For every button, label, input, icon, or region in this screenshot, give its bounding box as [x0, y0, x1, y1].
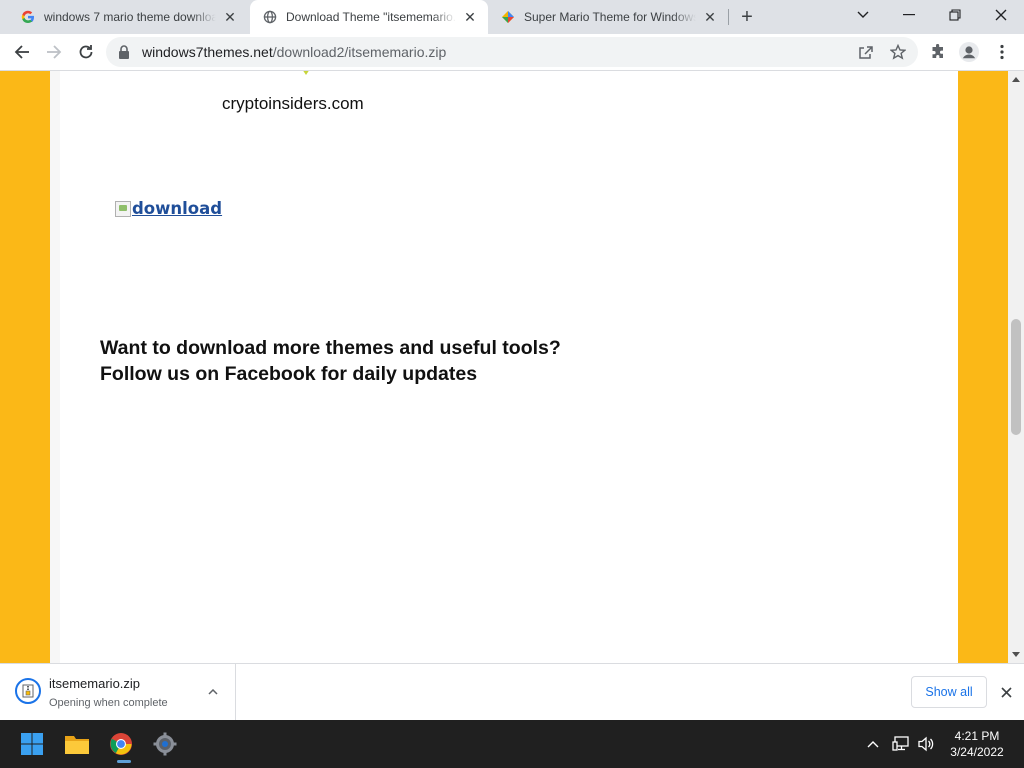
promo-line-2: Follow us on Facebook for daily updates: [100, 363, 478, 385]
lock-icon[interactable]: [106, 45, 142, 59]
tab-search-chevron-icon[interactable]: [840, 0, 886, 30]
tab-super-mario-theme[interactable]: Super Mario Theme for Windows 7 ✕: [488, 0, 728, 34]
tab-divider: [728, 9, 729, 25]
active-app-indicator: [117, 760, 131, 763]
back-arrow-icon[interactable]: [8, 38, 36, 66]
close-tab-icon[interactable]: ✕: [702, 9, 718, 25]
promo-line-1: Want to download more themes and useful …: [100, 337, 561, 359]
menu-kebab-icon[interactable]: [988, 38, 1016, 66]
sponsor-text[interactable]: cryptoinsiders.com: [222, 94, 364, 114]
url-path: /download2/itsememario.zip: [272, 44, 447, 60]
extensions-puzzle-icon[interactable]: [924, 38, 952, 66]
url-host: windows7themes.net: [142, 44, 273, 60]
show-all-button[interactable]: Show all: [911, 676, 987, 708]
download-item[interactable]: itsememario.zip Opening when complete: [0, 664, 236, 720]
tab-title: Download Theme "itsememario.zip": [286, 10, 456, 24]
file-explorer-icon[interactable]: [59, 726, 95, 762]
download-status: Opening when complete: [49, 697, 168, 709]
tab-strip: windows 7 mario theme download ✕ Downloa…: [0, 0, 1024, 34]
taskbar-clock[interactable]: 4:21 PM 3/24/2022: [936, 728, 1018, 760]
download-shelf: itsememario.zip Opening when complete Sh…: [0, 663, 1024, 720]
scroll-down-arrow-icon[interactable]: [1012, 652, 1020, 657]
profile-avatar-icon[interactable]: [955, 38, 983, 66]
download-link[interactable]: download: [115, 199, 222, 218]
promo-text: Want to download more themes and useful …: [100, 335, 561, 387]
restore-button[interactable]: [932, 0, 978, 30]
bookmark-star-icon[interactable]: [884, 38, 912, 66]
site-diamond-icon: [500, 9, 516, 25]
globe-icon: [262, 9, 278, 25]
chevron-up-icon[interactable]: [205, 684, 221, 700]
close-tab-icon[interactable]: ✕: [462, 9, 478, 25]
start-windows-icon[interactable]: [14, 726, 50, 762]
reload-icon[interactable]: [72, 38, 100, 66]
page-viewport: cryptoinsiders.com download Want to down…: [0, 71, 1008, 663]
show-hidden-icons-chevron-icon[interactable]: [863, 734, 883, 754]
close-tab-icon[interactable]: ✕: [222, 9, 238, 25]
tab-title: windows 7 mario theme download: [44, 10, 216, 24]
share-icon[interactable]: [852, 38, 880, 66]
minimize-button[interactable]: [886, 0, 932, 30]
broken-image-icon: [115, 200, 131, 217]
zip-file-icon: [15, 678, 41, 704]
address-bar[interactable]: windows7themes.net/download2/itsememario…: [106, 37, 918, 67]
close-shelf-icon[interactable]: [996, 682, 1016, 702]
tab-title: Super Mario Theme for Windows 7: [524, 10, 696, 24]
scroll-up-arrow-icon[interactable]: [1012, 77, 1020, 82]
browser-toolbar: windows7themes.net/download2/itsememario…: [0, 34, 1024, 71]
new-tab-button[interactable]: +: [734, 5, 760, 29]
tab-download-theme[interactable]: Download Theme "itsememario.zip" ✕: [250, 0, 488, 34]
tab-google-search[interactable]: windows 7 mario theme download ✕: [8, 0, 248, 34]
google-icon: [20, 9, 36, 25]
volume-icon[interactable]: [916, 734, 936, 754]
chrome-taskbar-icon[interactable]: [103, 726, 139, 763]
clock-date: 3/24/2022: [950, 745, 1004, 759]
download-link-text[interactable]: download: [132, 199, 222, 218]
sponsor-logo-icon: [303, 71, 309, 75]
windows-taskbar: 4:21 PM 3/24/2022: [0, 720, 1024, 768]
forward-arrow-icon[interactable]: [40, 38, 68, 66]
settings-gear-icon[interactable]: [147, 726, 183, 762]
close-window-button[interactable]: [978, 0, 1024, 30]
download-file-name: itsememario.zip: [49, 676, 141, 691]
page-content: cryptoinsiders.com download Want to down…: [50, 71, 958, 663]
page-scrollbar[interactable]: [1008, 71, 1024, 663]
scrollbar-thumb[interactable]: [1011, 319, 1021, 435]
clock-time: 4:21 PM: [954, 729, 1000, 743]
network-icon[interactable]: [891, 734, 911, 754]
